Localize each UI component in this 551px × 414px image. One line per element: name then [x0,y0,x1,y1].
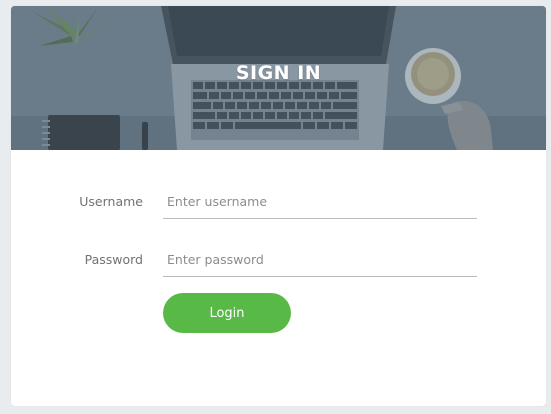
login-button[interactable]: Login [163,293,291,333]
hero-banner: SIGN IN [11,6,546,150]
sign-in-card: SIGN IN Username Password Login [11,6,546,406]
username-label: Username [79,194,143,209]
page-title: SIGN IN [235,62,322,84]
password-label: Password [84,252,143,267]
username-input[interactable] [163,185,477,219]
password-input[interactable] [163,243,477,277]
